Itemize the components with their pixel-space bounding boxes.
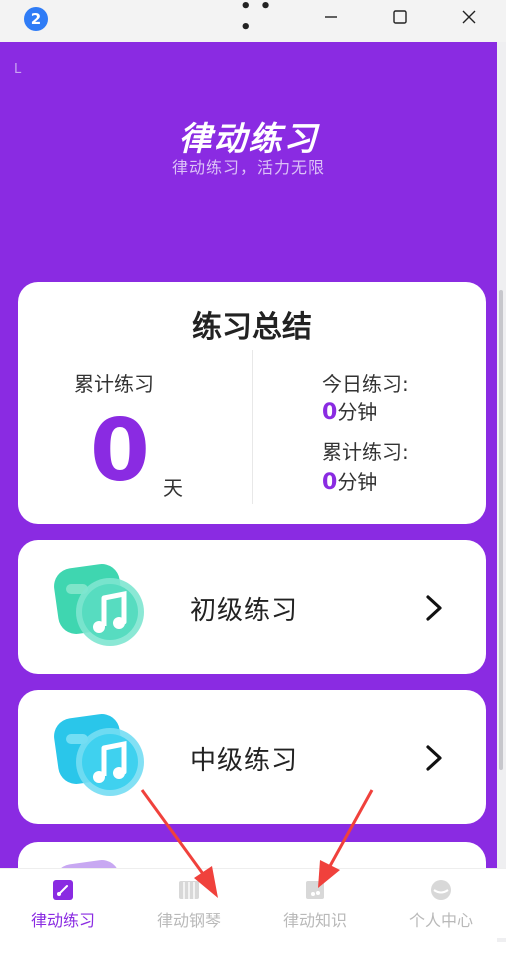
chevron-right-icon (426, 595, 442, 621)
rhythm-icon (53, 880, 73, 900)
tab-rhythm-knowledge[interactable]: 律动知识 (252, 869, 378, 939)
tab-rhythm-piano[interactable]: 律动钢琴 (126, 869, 252, 939)
total-days-value: 0 (90, 401, 150, 501)
music-note-icon (54, 564, 144, 646)
maximize-icon (393, 10, 407, 24)
tab-label: 个人中心 (408, 911, 473, 930)
tab-rhythm-practice[interactable]: 律动练习 (0, 869, 126, 939)
window-title-bar: 2 • • • (0, 0, 506, 42)
tab-label: 律动练习 (30, 911, 95, 930)
close-icon (462, 10, 476, 24)
close-button[interactable] (446, 0, 492, 34)
bottom-tab-bar: 律动练习 律动钢琴 律动知识 个人中心 (0, 868, 506, 938)
tab-label: 律动知识 (282, 911, 347, 930)
maximize-button[interactable] (377, 0, 423, 34)
level-label: 中级练习 (190, 746, 299, 776)
profile-icon (431, 880, 451, 900)
practice-summary-card: 练习总结 累计练习 0 天 今日练习: 0分钟 累计练习: 0分钟 (18, 282, 486, 524)
more-options-button[interactable]: • • • (240, 0, 286, 38)
today-minutes: 0 (322, 400, 338, 425)
cumulative-unit: 分钟 (337, 470, 378, 494)
today-unit: 分钟 (337, 400, 378, 424)
piano-icon (179, 881, 199, 899)
music-note-icon (54, 714, 144, 796)
app-badge-icon[interactable]: 2 (24, 7, 48, 31)
book-icon (306, 881, 324, 899)
tab-label: 律动钢琴 (156, 911, 221, 930)
corner-mark: L (14, 62, 22, 77)
today-practice-value: 0分钟 (322, 396, 377, 425)
days-unit: 天 (163, 476, 183, 500)
page-title: 律动练习 (178, 119, 319, 158)
tab-profile[interactable]: 个人中心 (378, 869, 504, 939)
summary-title: 练习总结 (192, 310, 312, 345)
cumulative-practice-label: 累计练习: (322, 440, 409, 464)
scrollbar-thumb[interactable] (499, 290, 503, 770)
level-card-beginner[interactable]: 初级练习 (18, 540, 486, 674)
cumulative-practice-value: 0分钟 (322, 466, 377, 495)
level-card-intermediate[interactable]: 中级练习 (18, 690, 486, 824)
page-subtitle: 律动练习，活力无限 (171, 158, 325, 177)
minimize-icon (325, 16, 337, 18)
chevron-right-icon (426, 745, 442, 771)
level-label: 初级练习 (190, 596, 299, 626)
cumulative-minutes: 0 (322, 470, 338, 495)
summary-divider (252, 350, 253, 504)
total-practice-label: 累计练习 (74, 372, 154, 396)
minimize-button[interactable] (308, 0, 354, 34)
today-practice-label: 今日练习: (322, 372, 409, 396)
